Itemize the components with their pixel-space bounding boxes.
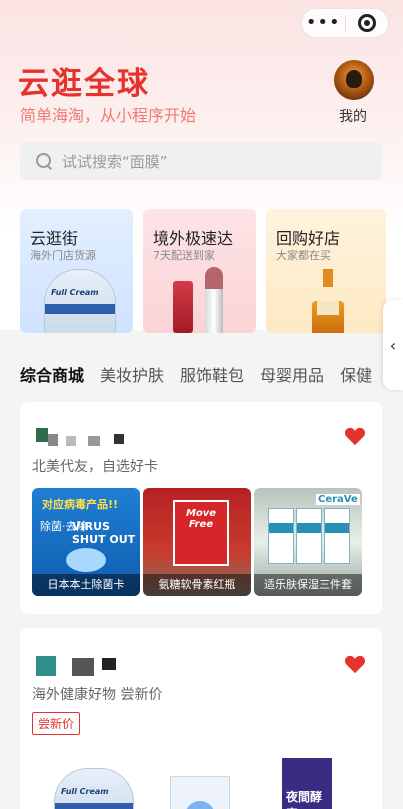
tab-apparel[interactable]: 服饰鞋包 bbox=[180, 362, 244, 392]
chevron-left-icon: ‹ bbox=[389, 335, 397, 355]
product-label: Full Cream bbox=[51, 288, 99, 297]
search-icon bbox=[36, 153, 52, 169]
record-icon[interactable] bbox=[346, 14, 389, 32]
profile-label[interactable]: 我的 bbox=[339, 106, 367, 126]
more-menu-icon[interactable]: ••• bbox=[302, 10, 345, 36]
store-card[interactable]: 海外健康好物 尝新价 尝新价 Full Cream 夜間酵素 bbox=[20, 628, 382, 809]
feature-card-title: 境外极速达 bbox=[153, 229, 234, 248]
product-thumbnail[interactable]: 对应病毒产品!! 除菌·去除 VIRUS SHUT OUT 日本本土除菌卡 bbox=[32, 488, 140, 596]
heart-icon[interactable] bbox=[344, 654, 366, 674]
store-description: 海外健康好物 尝新价 bbox=[32, 687, 163, 703]
cream-jar-image[interactable] bbox=[170, 776, 230, 809]
feature-card-subtitle: 大家都在买 bbox=[276, 249, 331, 262]
milk-powder-image[interactable]: Full Cream bbox=[54, 768, 134, 809]
store-card[interactable]: 北美代友，自选好卡 对应病毒产品!! 除菌·去除 VIRUS SHUT OUT … bbox=[20, 402, 382, 614]
milk-powder-image: Full Cream bbox=[44, 269, 116, 333]
heart-icon[interactable] bbox=[344, 426, 366, 446]
avatar[interactable] bbox=[334, 60, 374, 100]
product-thumbnail[interactable]: Move Free 氨糖软骨素红瓶 bbox=[143, 488, 251, 596]
product-caption: 日本本土除菌卡 bbox=[32, 574, 140, 596]
feature-card-title: 回购好店 bbox=[276, 229, 341, 248]
product-images: Full Cream 夜間酵素 bbox=[20, 748, 382, 809]
tab-health[interactable]: 保健 bbox=[340, 362, 372, 392]
app-title: 云逛全球 bbox=[18, 66, 150, 102]
lipstick-image bbox=[205, 267, 223, 333]
feature-card-repurchase[interactable]: 回购好店 大家都在买 bbox=[266, 209, 386, 333]
store-logo bbox=[36, 656, 126, 676]
product-label: Full Cream bbox=[61, 787, 109, 796]
product-caption: 适乐肤保湿三件套 bbox=[254, 574, 362, 596]
tab-beauty[interactable]: 美妆护肤 bbox=[100, 362, 164, 392]
poster-headline: 对应病毒产品!! bbox=[42, 498, 119, 511]
product-label: 夜間酵素 bbox=[286, 790, 323, 809]
lipstick-image bbox=[173, 281, 193, 333]
app-subtitle: 简单海淘，从小程序开始 bbox=[20, 106, 197, 125]
product-thumbnail[interactable]: CeraVe 适乐肤保湿三件套 bbox=[254, 488, 362, 596]
product-caption: 氨糖软骨素红瓶 bbox=[143, 574, 251, 596]
enzyme-box-image[interactable]: 夜間酵素 bbox=[282, 758, 332, 809]
price-tag-badge: 尝新价 bbox=[32, 712, 81, 735]
miniprogram-capsule: ••• bbox=[301, 8, 389, 38]
store-description: 北美代友，自选好卡 bbox=[32, 459, 158, 475]
category-tabs: 综合商城 美妆护肤 服饰鞋包 母婴用品 保健 bbox=[20, 362, 380, 392]
feature-card-express[interactable]: 境外极速达 7天配送到家 bbox=[143, 209, 256, 333]
bottle-image bbox=[312, 269, 344, 333]
feature-card-cloud-street[interactable]: 云逛街 海外门店货源 Full Cream bbox=[20, 209, 133, 333]
product-box-text: Move Free bbox=[185, 508, 217, 530]
product-brand-text: CeraVe bbox=[316, 494, 360, 505]
feature-card-title: 云逛街 bbox=[30, 229, 79, 248]
search-bar[interactable]: 试试搜索“面膜” bbox=[20, 142, 382, 180]
feature-card-subtitle: 7天配送到家 bbox=[153, 249, 215, 262]
store-logo bbox=[36, 428, 126, 448]
tab-mother-baby[interactable]: 母婴用品 bbox=[260, 362, 324, 392]
feature-card-subtitle: 海外门店货源 bbox=[30, 249, 96, 262]
side-drawer-handle[interactable]: ‹ bbox=[383, 300, 403, 390]
feature-cards: 云逛街 海外门店货源 Full Cream 境外极速达 7天配送到家 回购好店 … bbox=[20, 209, 403, 333]
product-thumbnails: 对应病毒产品!! 除菌·去除 VIRUS SHUT OUT 日本本土除菌卡 Mo… bbox=[32, 488, 362, 596]
tab-general-mall[interactable]: 综合商城 bbox=[20, 362, 84, 392]
poster-text: VIRUS SHUT OUT bbox=[72, 520, 136, 546]
search-placeholder: 试试搜索“面膜” bbox=[62, 152, 168, 171]
